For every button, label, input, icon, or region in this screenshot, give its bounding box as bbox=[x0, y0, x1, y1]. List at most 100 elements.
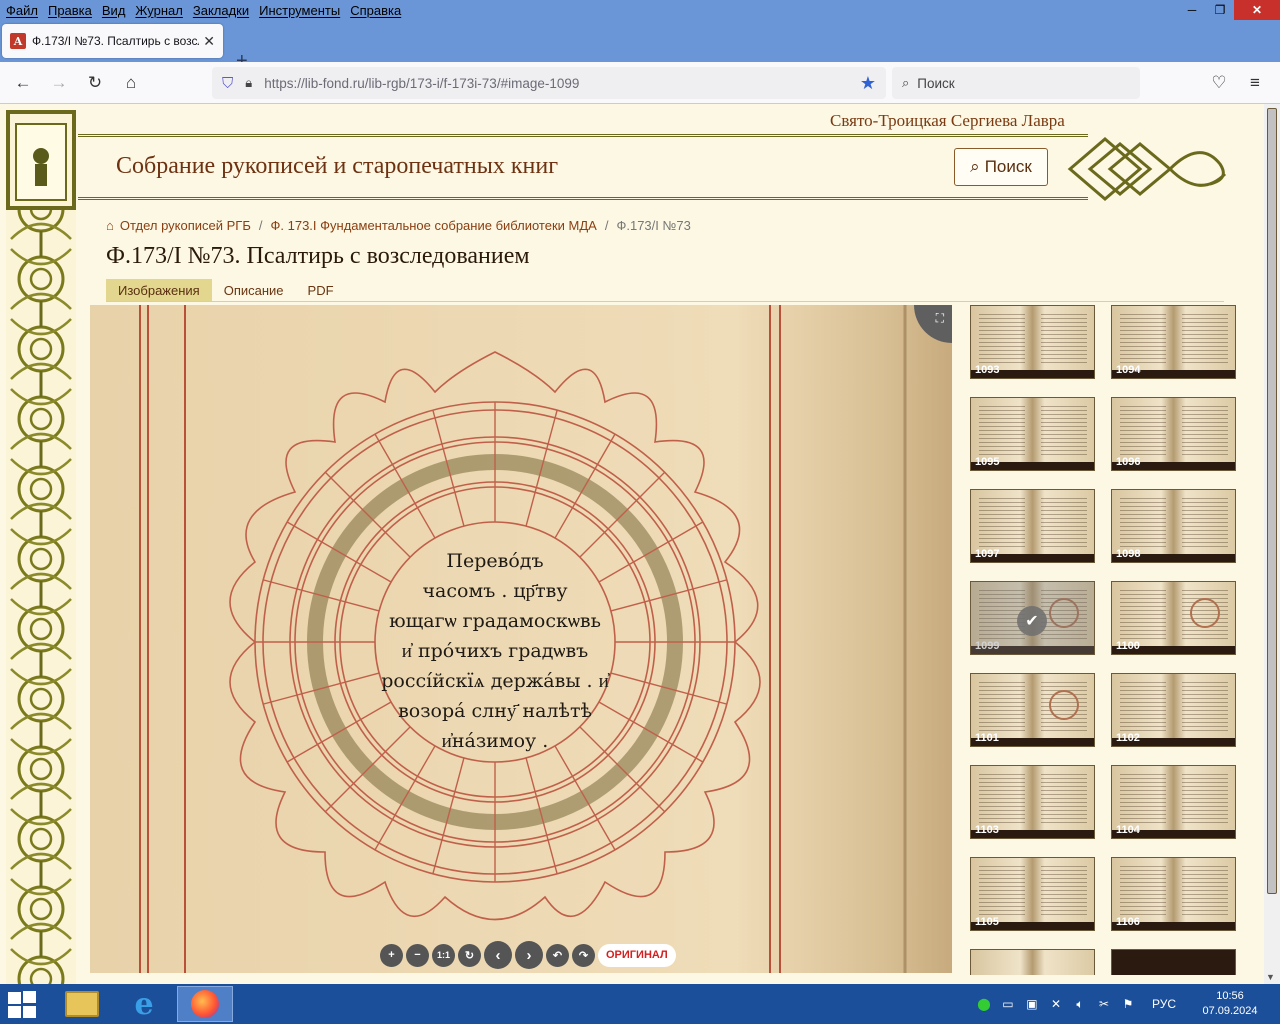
thumbnail[interactable]: 1095 bbox=[970, 397, 1095, 471]
search-icon: ⌕ bbox=[902, 75, 910, 90]
thumbnail-page bbox=[1120, 498, 1166, 550]
menu-view[interactable]: Вид bbox=[96, 3, 130, 18]
system-tray: ⬤ ▭ ▣ ✕ 🔈︎ ✂ ⚑ РУС 10:56 07.09.2024 bbox=[972, 984, 1280, 1024]
input-language[interactable]: РУС bbox=[1152, 997, 1176, 1011]
breadcrumb-separator: / bbox=[258, 218, 263, 233]
thumbnail[interactable]: 1105 bbox=[970, 857, 1095, 931]
tools-icon[interactable]: ✂ bbox=[1092, 997, 1116, 1011]
tab-strip: A Ф.173/I №73. Псалтирь с возсл ✕ + bbox=[0, 20, 1280, 72]
viewer-controls: + − 1:1 ↻ ‹ › ↶ ↷ ОРИГИНАЛ bbox=[380, 941, 676, 969]
scroll-down-icon[interactable]: ▼ bbox=[1266, 972, 1275, 982]
thumbnail-page bbox=[1120, 590, 1166, 642]
manuscript-line: ющагѡ градамоскѡвь bbox=[389, 610, 601, 632]
thumbnail-number: 1095 bbox=[975, 456, 1000, 468]
image-viewer[interactable]: Перево́дъ часомъ . цр҃тву ющагѡ градамос… bbox=[90, 305, 952, 973]
thumbnail[interactable]: 1097 bbox=[970, 489, 1095, 563]
reset-button[interactable]: ↻ bbox=[458, 943, 481, 967]
reload-icon[interactable]: ↻ bbox=[84, 72, 106, 94]
home-icon[interactable]: ⌂ bbox=[120, 72, 142, 94]
thumbnail-page bbox=[1041, 314, 1087, 366]
site-search-button[interactable]: ⌕ Поиск bbox=[954, 148, 1048, 186]
thumbnail-page bbox=[1120, 682, 1166, 734]
menu-tools[interactable]: Инструменты bbox=[253, 3, 344, 18]
zoom-out-button[interactable]: − bbox=[406, 943, 429, 967]
internet-explorer-icon[interactable]: e bbox=[116, 986, 172, 1022]
tab-pdf[interactable]: PDF bbox=[296, 279, 346, 301]
close-tab-icon[interactable]: ✕ bbox=[203, 33, 215, 50]
thumbnail-page bbox=[1182, 498, 1228, 550]
thumbnail[interactable] bbox=[970, 949, 1095, 975]
app-tray-icon[interactable]: ▣ bbox=[1020, 997, 1044, 1011]
menu-help[interactable]: Справка bbox=[344, 3, 405, 18]
thumbnail[interactable]: 1100 bbox=[1111, 581, 1236, 655]
tab-description[interactable]: Описание bbox=[212, 279, 296, 301]
close-window-button[interactable]: ✕ bbox=[1234, 0, 1280, 20]
thumbnail-number: 1099 bbox=[975, 640, 1000, 652]
clock-time: 10:56 bbox=[1216, 990, 1244, 1002]
volume-icon[interactable]: 🔈︎ bbox=[1068, 997, 1092, 1012]
tab-images[interactable]: Изображения bbox=[106, 279, 212, 301]
clock[interactable]: 10:56 07.09.2024 bbox=[1190, 989, 1270, 1019]
thumbnail-page bbox=[1041, 774, 1087, 826]
thumbnail-page bbox=[1120, 314, 1166, 366]
thumbnail[interactable]: 1104 bbox=[1111, 765, 1236, 839]
network-error-icon[interactable]: ✕ bbox=[1044, 997, 1068, 1011]
back-icon[interactable]: ← bbox=[12, 72, 34, 94]
thumbnail[interactable]: 1101 bbox=[970, 673, 1095, 747]
thumbnail-grid: 1093 1094 1095 1096 1097 1098 1099 ✔ 1100 1101 110… bbox=[970, 305, 1240, 975]
minimize-button[interactable]: ─ bbox=[1178, 0, 1206, 20]
network-status-icon[interactable]: ⬤ bbox=[972, 997, 996, 1011]
restore-button[interactable]: ❐ bbox=[1206, 0, 1234, 20]
bookmark-star-icon[interactable]: ★ bbox=[860, 73, 876, 94]
thumbnail[interactable]: 1094 bbox=[1111, 305, 1236, 379]
previous-image-button[interactable]: ‹ bbox=[484, 941, 512, 969]
url-bar[interactable]: ⛉ 🔒︎ https://lib-fond.ru/lib-rgb/173-i/f… bbox=[212, 67, 886, 99]
menu-edit[interactable]: Правка bbox=[42, 3, 96, 18]
menu-history[interactable]: Журнал bbox=[129, 3, 186, 18]
thumbnail[interactable]: 1099 ✔ bbox=[970, 581, 1095, 655]
breadcrumb-current: Ф.173/I №73 bbox=[616, 218, 691, 233]
actual-size-button[interactable]: 1:1 bbox=[432, 943, 455, 967]
rotate-right-button[interactable]: ↷ bbox=[572, 943, 595, 967]
manuscript-page-image: Перево́дъ часомъ . цр҃тву ющагѡ градамос… bbox=[90, 305, 952, 973]
windows-start-icon[interactable] bbox=[8, 991, 40, 1019]
thumbnail[interactable]: 1093 bbox=[970, 305, 1095, 379]
thumbnail-page bbox=[1182, 406, 1228, 458]
search-input[interactable]: ⌕ Поиск bbox=[892, 67, 1140, 99]
breadcrumb-item[interactable]: Ф. 173.I Фундаментальное собрание библио… bbox=[271, 218, 597, 233]
thumbnail-page bbox=[979, 406, 1025, 458]
zoom-in-button[interactable]: + bbox=[380, 943, 403, 967]
home-icon[interactable]: ⌂ bbox=[106, 218, 114, 233]
breadcrumb-separator: / bbox=[604, 218, 609, 233]
lock-icon[interactable]: 🔒︎ bbox=[245, 75, 252, 91]
thumbnail[interactable]: 1098 bbox=[1111, 489, 1236, 563]
organization-name[interactable]: Свято-Троицкая Сергиева Лавра bbox=[830, 111, 1065, 131]
drive-icon[interactable]: ▭ bbox=[996, 997, 1020, 1011]
breadcrumb-item[interactable]: Отдел рукописей РГБ bbox=[120, 218, 251, 233]
scrollbar-thumb[interactable] bbox=[1267, 108, 1277, 894]
firefox-icon[interactable] bbox=[177, 986, 233, 1022]
next-image-button[interactable]: › bbox=[515, 941, 543, 969]
page-scrollbar[interactable]: ▼ bbox=[1264, 104, 1280, 984]
thumbnail[interactable]: 1096 bbox=[1111, 397, 1236, 471]
site-title[interactable]: Собрание рукописей и старопечатных книг bbox=[116, 153, 558, 180]
clock-date: 07.09.2024 bbox=[1202, 1005, 1258, 1017]
thumbnail-page bbox=[1182, 314, 1228, 366]
pocket-icon[interactable]: ♡ bbox=[1208, 72, 1230, 94]
rotate-left-button[interactable]: ↶ bbox=[546, 943, 569, 967]
menu-file[interactable]: Файл bbox=[0, 3, 42, 18]
hamburger-menu-icon[interactable]: ≡ bbox=[1244, 72, 1266, 94]
thumbnail-number: 1105 bbox=[975, 916, 999, 928]
flag-icon[interactable]: ⚑ bbox=[1116, 997, 1140, 1011]
browser-tab[interactable]: A Ф.173/I №73. Псалтирь с возсл ✕ bbox=[2, 24, 223, 58]
thumbnail[interactable]: 1106 bbox=[1111, 857, 1236, 931]
thumbnail-number: 1103 bbox=[975, 824, 999, 836]
thumbnail[interactable] bbox=[1111, 949, 1236, 975]
forward-icon[interactable]: → bbox=[48, 72, 70, 94]
thumbnail[interactable]: 1103 bbox=[970, 765, 1095, 839]
original-button[interactable]: ОРИГИНАЛ bbox=[598, 943, 676, 967]
menu-bookmarks[interactable]: Закладки bbox=[187, 3, 253, 18]
file-explorer-icon[interactable] bbox=[54, 986, 110, 1022]
thumbnail[interactable]: 1102 bbox=[1111, 673, 1236, 747]
shield-icon[interactable]: ⛉ bbox=[222, 75, 233, 92]
